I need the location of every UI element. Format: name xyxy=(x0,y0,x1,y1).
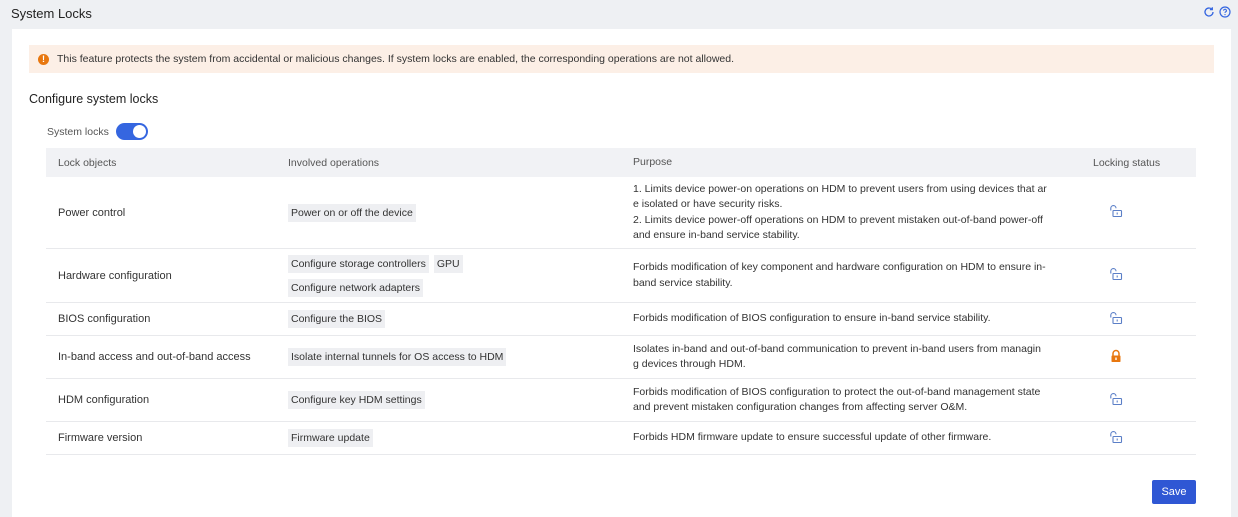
lock-object-cell: Firmware version xyxy=(58,432,143,444)
section-title: Configure system locks xyxy=(29,92,159,106)
operation-tag: Firmware update xyxy=(288,429,373,447)
lock-object-cell: In-band access and out-of-band access xyxy=(58,351,251,363)
table-row: Firmware version Firmware update Forbids H… xyxy=(46,422,1196,455)
operation-tag: Configure network adapters xyxy=(288,278,423,297)
system-locks-toggle[interactable] xyxy=(115,123,148,140)
table-row: BIOS configuration Configure the BIOS Forb… xyxy=(46,303,1196,336)
operation-tag: Configure storage controllers xyxy=(288,254,429,273)
operation-tag: Power on or off the device xyxy=(288,203,416,222)
notice-text: This feature protects the system from ac… xyxy=(57,53,735,65)
purpose-cell: Forbids modification of key component an… xyxy=(621,260,1081,291)
locking-status-cell xyxy=(1081,430,1196,447)
column-header-purpose: Purpose xyxy=(633,155,673,168)
lock-open-icon[interactable] xyxy=(1109,204,1123,218)
purpose-line: and prevent mistaken configuration chang… xyxy=(633,401,968,413)
lock-object-cell: HDM configuration xyxy=(58,394,150,406)
system-locks-panel: ! This feature protects the system from … xyxy=(12,29,1231,517)
purpose-cell: Forbids HDM firmware update to ensure su… xyxy=(621,430,1081,446)
purpose-line: 2. Limits device power-off operations on… xyxy=(633,213,1043,226)
page-title: System Locks xyxy=(11,5,92,21)
system-locks-switch-row: System locks xyxy=(47,123,148,140)
lock-open-icon[interactable] xyxy=(1109,430,1123,444)
purpose-line: e isolated or have security risks. xyxy=(633,198,783,210)
operations-cell: Configure the BIOS xyxy=(276,310,621,328)
operation-tag: GPU xyxy=(433,254,463,273)
operations-cell: Configure key HDM settings xyxy=(276,391,621,409)
column-header-involved-operations: Involved operations xyxy=(288,156,380,169)
lock-object-cell: BIOS configuration xyxy=(58,313,151,325)
operation-tag: Configure key HDM settings xyxy=(288,391,425,409)
purpose-line: Isolates in-band and out-of-band communi… xyxy=(633,342,1041,355)
locking-status-cell xyxy=(1081,267,1196,284)
system-locks-label: System locks xyxy=(47,125,109,138)
save-button[interactable]: Save xyxy=(1152,480,1196,504)
locking-status-cell xyxy=(1081,349,1196,366)
table-header: Lock objects Involved operations Purpose… xyxy=(46,148,1196,177)
purpose-line: band service stability. xyxy=(633,276,733,289)
lock-open-icon[interactable] xyxy=(1109,267,1123,281)
purpose-line: Forbids modification of BIOS configurati… xyxy=(633,312,991,325)
table-row: Hardware configuration Configure storage … xyxy=(46,249,1196,303)
operations-cell: Power on or off the device xyxy=(276,203,621,222)
column-header-locking-status: Locking status xyxy=(1093,156,1161,169)
lock-closed-icon[interactable] xyxy=(1109,349,1123,363)
lock-object-cell: Power control xyxy=(58,206,126,219)
purpose-line: 1. Limits device power-on operations on … xyxy=(633,182,1047,195)
lock-open-icon[interactable] xyxy=(1109,392,1123,406)
lock-object-cell: Hardware configuration xyxy=(58,269,172,282)
purpose-cell: Forbids modification of BIOS configurati… xyxy=(621,311,1081,327)
purpose-cell: 1. Limits device power-on operations on … xyxy=(621,182,1081,244)
purpose-line: Forbids modification of BIOS configurati… xyxy=(633,385,1041,398)
help-icon[interactable] xyxy=(1219,6,1231,18)
refresh-icon[interactable] xyxy=(1203,6,1215,18)
operation-tag: Isolate internal tunnels for OS access t… xyxy=(288,348,507,366)
column-header-lock-objects: Lock objects xyxy=(58,156,117,169)
operation-tag: Configure the BIOS xyxy=(288,310,386,328)
locking-status-cell xyxy=(1081,204,1196,221)
purpose-line: and ensure in-band service stability. xyxy=(633,229,800,241)
operations-cell: Isolate internal tunnels for OS access t… xyxy=(276,348,621,366)
table-row: In-band access and out-of-band access Iso… xyxy=(46,336,1196,379)
lock-open-icon[interactable] xyxy=(1109,311,1123,325)
page-header: System Locks xyxy=(0,0,1238,26)
operations-cell: Configure storage controllers GPU Configur… xyxy=(276,254,621,297)
purpose-line: Forbids HDM firmware update to ensure su… xyxy=(633,431,992,444)
locks-table: Lock objects Involved operations Purpose… xyxy=(46,148,1196,455)
table-row: HDM configuration Configure key HDM setti… xyxy=(46,379,1196,422)
purpose-cell: Isolates in-band and out-of-band communi… xyxy=(621,342,1081,373)
purpose-line: g devices through HDM. xyxy=(633,358,746,370)
purpose-cell: Forbids modification of BIOS configurati… xyxy=(621,385,1081,416)
locking-status-cell xyxy=(1081,392,1196,409)
locking-status-cell xyxy=(1081,311,1196,328)
notice-banner: ! This feature protects the system from … xyxy=(29,45,1214,73)
table-body: Power control Power on or off the device 1… xyxy=(46,177,1196,455)
table-row: Power control Power on or off the device 1… xyxy=(46,177,1196,249)
warning-icon: ! xyxy=(38,53,49,65)
purpose-line: Forbids modification of key component an… xyxy=(633,261,1046,273)
operations-cell: Firmware update xyxy=(276,429,621,447)
